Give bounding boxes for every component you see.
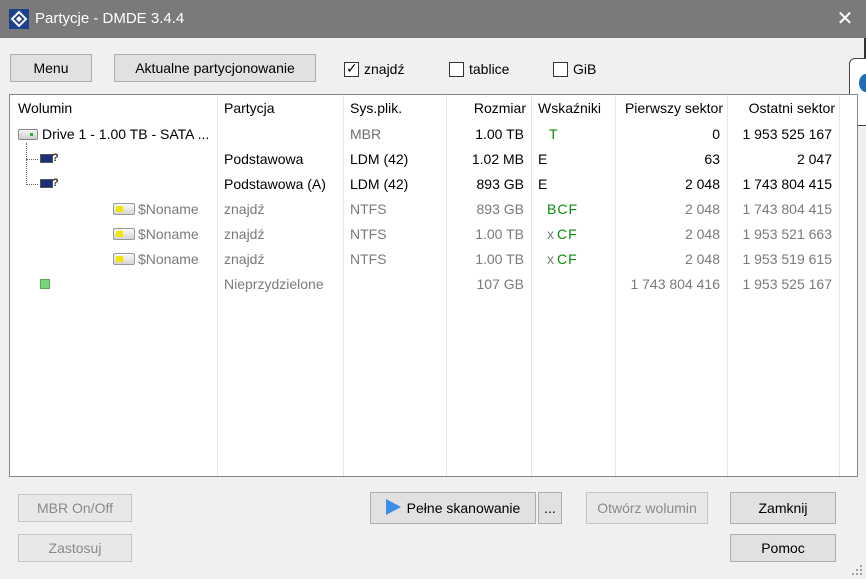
tables-checkbox-label: tablice bbox=[469, 61, 510, 77]
tree-line bbox=[26, 143, 27, 185]
unallocated-space-icon bbox=[40, 279, 50, 289]
last-sector: 2 047 bbox=[796, 151, 832, 167]
size: 1.00 TB bbox=[475, 226, 524, 242]
play-icon bbox=[385, 499, 401, 516]
size: 107 GB bbox=[476, 276, 524, 292]
last-sector: 1 743 804 415 bbox=[742, 201, 832, 217]
column-header-partition[interactable]: Partycja bbox=[224, 100, 275, 116]
find-checkbox-label: znajdź bbox=[364, 61, 405, 77]
apply-button[interactable]: Zastosuj bbox=[18, 534, 132, 562]
ntfs-volume-icon bbox=[113, 228, 135, 240]
column-separator bbox=[217, 95, 218, 476]
size: 893 GB bbox=[476, 176, 524, 192]
last-sector: 1 953 525 167 bbox=[742, 276, 832, 292]
menu-button[interactable]: Menu bbox=[10, 54, 92, 82]
flags: BCF bbox=[547, 201, 578, 217]
close-window-icon[interactable]: ✕ bbox=[834, 6, 856, 32]
first-sector: 2 048 bbox=[684, 226, 720, 242]
info-icon bbox=[859, 74, 866, 92]
filesystem: MBR bbox=[350, 126, 382, 142]
dmde-app-icon bbox=[9, 9, 29, 29]
volume-name: Drive 1 - 1.00 TB - SATA ... bbox=[42, 126, 210, 142]
flags-prefix: x bbox=[547, 251, 554, 267]
tables-checkbox[interactable]: tablice bbox=[449, 60, 509, 78]
size: 1.00 TB bbox=[475, 126, 524, 142]
filesystem: LDM (42) bbox=[350, 151, 409, 167]
volume-name: $Noname bbox=[138, 251, 199, 267]
partition-type: znajdź bbox=[224, 201, 265, 217]
find-checkbox-box[interactable]: ✓ bbox=[344, 59, 359, 77]
full-scan-label: Pełne skanowanie bbox=[406, 500, 521, 516]
gib-checkbox-box[interactable] bbox=[553, 61, 568, 77]
filesystem: LDM (42) bbox=[350, 176, 409, 192]
more-options-button[interactable]: ... bbox=[538, 492, 562, 524]
column-header-size[interactable]: Rozmiar bbox=[446, 100, 526, 116]
last-sector: 1 953 525 167 bbox=[742, 126, 832, 142]
open-volume-button[interactable]: Otwórz wolumin bbox=[586, 492, 708, 524]
partition-type: znajdź bbox=[224, 226, 265, 242]
size: 893 GB bbox=[476, 201, 524, 217]
column-header-flags[interactable]: Wskaźniki bbox=[538, 100, 601, 116]
tree-line bbox=[26, 159, 38, 160]
volume-name: $Noname bbox=[138, 226, 199, 242]
column-header-volume[interactable]: Wolumin bbox=[18, 100, 72, 116]
first-sector: 2 048 bbox=[684, 176, 720, 192]
close-button[interactable]: Zamknij bbox=[730, 492, 836, 524]
filesystem: NTFS bbox=[350, 226, 387, 242]
flags: CF bbox=[557, 251, 578, 267]
gib-checkbox-label: GiB bbox=[573, 61, 597, 77]
partition-type: Podstawowa bbox=[224, 151, 304, 167]
column-header-first-sector[interactable]: Pierwszy sektor bbox=[615, 100, 723, 116]
volume-name: $Noname bbox=[138, 201, 199, 217]
ntfs-volume-icon bbox=[113, 203, 135, 215]
size: 1.00 TB bbox=[475, 251, 524, 267]
last-sector: 1 953 521 663 bbox=[742, 226, 832, 242]
tree-line bbox=[26, 184, 38, 185]
first-sector: 0 bbox=[712, 126, 720, 142]
hard-drive-icon bbox=[18, 129, 38, 140]
ldm-partition-icon: ? bbox=[40, 177, 63, 191]
flags-prefix: x bbox=[547, 226, 554, 242]
window-title: Partycje - DMDE 3.4.4 bbox=[35, 10, 185, 27]
first-sector: 2 048 bbox=[684, 251, 720, 267]
checkmark-icon: ✓ bbox=[346, 59, 358, 76]
column-header-last-sector[interactable]: Ostatni sektor bbox=[727, 100, 835, 116]
tables-checkbox-box[interactable] bbox=[449, 61, 464, 77]
partition-type: znajdź bbox=[224, 251, 265, 267]
help-button[interactable]: Pomoc bbox=[730, 534, 836, 562]
gib-checkbox[interactable]: GiB bbox=[553, 60, 596, 78]
last-sector: 1 743 804 415 bbox=[742, 176, 832, 192]
first-sector: 63 bbox=[704, 151, 720, 167]
resize-grip-icon[interactable] bbox=[850, 563, 864, 577]
size: 1.02 MB bbox=[471, 151, 524, 167]
column-separator bbox=[531, 95, 532, 476]
flags: CF bbox=[557, 226, 578, 242]
find-checkbox[interactable]: ✓ znajdź bbox=[344, 60, 404, 78]
flags: E bbox=[538, 151, 548, 167]
first-sector: 1 743 804 416 bbox=[630, 276, 720, 292]
first-sector: 2 048 bbox=[684, 201, 720, 217]
flags: T bbox=[549, 126, 558, 142]
full-scan-button[interactable]: Pełne skanowanie bbox=[370, 492, 536, 524]
column-separator bbox=[343, 95, 344, 476]
last-sector: 1 953 519 615 bbox=[742, 251, 832, 267]
ldm-partition-icon: ? bbox=[40, 152, 63, 166]
partition-type: Podstawowa (A) bbox=[224, 176, 326, 192]
ntfs-volume-icon bbox=[113, 253, 135, 265]
flags: E bbox=[538, 176, 548, 192]
filesystem: NTFS bbox=[350, 201, 387, 217]
column-header-filesystem[interactable]: Sys.plik. bbox=[350, 100, 402, 116]
filesystem: NTFS bbox=[350, 251, 387, 267]
title-bar: Partycje - DMDE 3.4.4 ✕ bbox=[0, 0, 866, 38]
partition-table[interactable]: Wolumin Partycja Sys.plik. Rozmiar Wskaź… bbox=[9, 94, 858, 477]
partition-type: Nieprzydzielone bbox=[224, 276, 324, 292]
mbr-toggle-button[interactable]: MBR On/Off bbox=[18, 494, 132, 522]
current-partitioning-button[interactable]: Aktualne partycjonowanie bbox=[114, 54, 316, 82]
column-separator bbox=[839, 95, 840, 476]
